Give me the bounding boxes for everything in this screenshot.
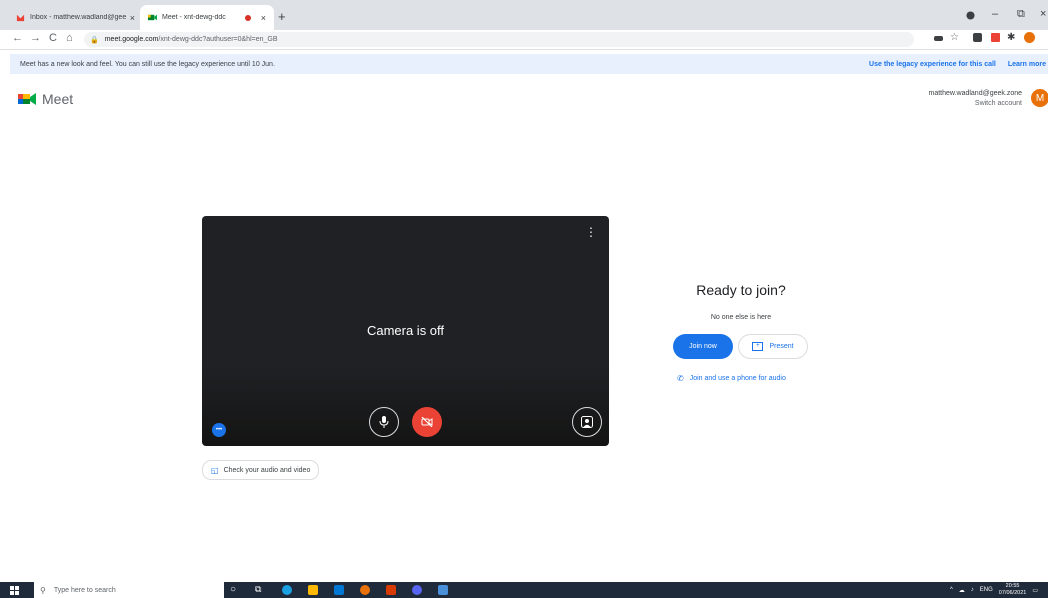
present-screen-icon: + bbox=[752, 342, 764, 351]
phone-audio-label: Join and use a phone for audio bbox=[689, 375, 786, 382]
visual-effects-button[interactable]: ••• bbox=[212, 423, 226, 437]
camera-off-icon bbox=[421, 417, 433, 427]
gmail-icon bbox=[16, 14, 25, 22]
search-icon: ⚲ bbox=[40, 585, 46, 595]
profile-avatar-icon[interactable] bbox=[1024, 32, 1035, 43]
maximize-button[interactable]: ⧉ bbox=[1017, 8, 1025, 21]
effects-dots-icon: ••• bbox=[215, 427, 223, 433]
extension-docs-icon[interactable] bbox=[973, 33, 982, 42]
meet-logo-icon bbox=[18, 93, 36, 105]
browser-tabstrip: Inbox - matthew.wadland@geek.zone × Meet… bbox=[0, 0, 1048, 30]
cortana-icon[interactable]: ○ bbox=[230, 584, 236, 595]
present-button[interactable]: + Present bbox=[738, 334, 808, 359]
task-view-icon[interactable]: ⧉ bbox=[255, 584, 261, 595]
language-indicator[interactable]: ENG bbox=[980, 587, 993, 593]
join-now-button[interactable]: Join now bbox=[673, 334, 733, 359]
tray-chevron-icon[interactable]: ^ bbox=[950, 587, 953, 593]
video-preview: ⋮ Camera is off ••• bbox=[202, 216, 609, 446]
back-button[interactable]: ← bbox=[12, 32, 23, 44]
extensions-puzzle-icon[interactable]: ✱ bbox=[1007, 32, 1015, 43]
app-name: Meet bbox=[42, 91, 74, 107]
phone-icon: ✆ bbox=[677, 374, 684, 383]
browser-toolbar: ← → C ⌂ 🔒 meet.google.com/xnt-dewg-ddc?a… bbox=[0, 30, 1048, 50]
minimize-button[interactable]: – bbox=[992, 8, 998, 20]
avatar[interactable]: M bbox=[1031, 89, 1048, 107]
clock-time: 20:55 bbox=[1005, 583, 1020, 589]
reload-button[interactable]: C bbox=[49, 32, 57, 44]
home-button[interactable]: ⌂ bbox=[66, 32, 73, 44]
notifications-icon[interactable]: ▭ bbox=[1032, 587, 1038, 594]
more-options-button[interactable]: ⋮ bbox=[585, 226, 597, 238]
extension-red-icon[interactable] bbox=[991, 33, 1000, 42]
edge-icon[interactable] bbox=[282, 585, 292, 595]
tab-inbox-title: Inbox - matthew.wadland@geek.zone bbox=[30, 14, 126, 21]
clock[interactable]: 20:55 07/06/2021 bbox=[999, 583, 1027, 597]
volume-icon[interactable]: ♪ bbox=[971, 587, 974, 593]
person-frame-icon bbox=[581, 416, 593, 428]
clock-date: 07/06/2021 bbox=[998, 590, 1027, 596]
windows-taskbar: ⚲ Type here to search ○ ⧉ ^ ☁ ♪ ENG 20:5… bbox=[0, 582, 1048, 598]
taskbar-search-box[interactable]: ⚲ Type here to search bbox=[34, 582, 224, 598]
profile-menu-icon[interactable] bbox=[966, 11, 975, 20]
tab-meet[interactable]: Meet - xnt-dewg-ddc × bbox=[140, 5, 274, 30]
tab-meet-title: Meet - xnt-dewg-ddc bbox=[162, 14, 226, 21]
legacy-experience-link[interactable]: Use the legacy experience for this call bbox=[869, 61, 996, 68]
present-label: Present bbox=[769, 343, 794, 350]
background-effects-button[interactable] bbox=[572, 407, 602, 437]
mail-icon[interactable] bbox=[334, 585, 344, 595]
bookmark-star-icon[interactable]: ☆ bbox=[950, 32, 959, 43]
banner-message: Meet has a new look and feel. You can st… bbox=[20, 60, 275, 68]
address-bar[interactable]: 🔒 meet.google.com/xnt-dewg-ddc?authuser=… bbox=[84, 32, 914, 47]
check-audio-video-button[interactable]: ◱ Check your audio and video bbox=[202, 460, 320, 480]
camera-indicator-icon[interactable] bbox=[934, 36, 943, 41]
lock-icon: 🔒 bbox=[90, 36, 99, 44]
taskbar-search-placeholder: Type here to search bbox=[53, 586, 116, 594]
network-icon[interactable]: ☁ bbox=[959, 587, 965, 594]
account-email: matthew.wadland@geek.zone bbox=[928, 90, 1023, 97]
participants-status: No one else is here bbox=[710, 314, 772, 321]
tab-meet-close-icon[interactable]: × bbox=[261, 13, 266, 23]
check-audio-video-label: Check your audio and video bbox=[223, 466, 311, 474]
legacy-banner: Meet has a new look and feel. You can st… bbox=[10, 54, 1048, 74]
tab-inbox[interactable]: Inbox - matthew.wadland@geek.zone × bbox=[8, 5, 143, 30]
microphone-icon bbox=[379, 416, 389, 428]
app-icon[interactable] bbox=[438, 585, 448, 595]
ready-to-join-title: Ready to join? bbox=[696, 282, 786, 298]
url-path: /xnt-dewg-ddc?authuser=0&hl=en_GB bbox=[158, 36, 278, 43]
recording-indicator-icon bbox=[244, 14, 251, 21]
camera-status: Camera is off bbox=[366, 323, 445, 338]
chrome-icon[interactable] bbox=[360, 585, 370, 595]
office-icon[interactable] bbox=[386, 585, 396, 595]
url-host: meet.google.com bbox=[104, 36, 159, 43]
switch-account-link[interactable]: Switch account bbox=[929, 99, 1022, 109]
meet-logo[interactable]: Meet bbox=[18, 91, 73, 107]
windows-start-icon[interactable] bbox=[10, 586, 19, 595]
microphone-button[interactable] bbox=[369, 407, 399, 437]
phone-audio-link[interactable]: ✆ Join and use a phone for audio bbox=[677, 374, 786, 383]
new-tab-button[interactable]: + bbox=[278, 9, 286, 24]
file-explorer-icon[interactable] bbox=[308, 585, 318, 595]
camera-toggle-button[interactable] bbox=[412, 407, 442, 437]
system-tray: ^ ☁ ♪ ENG 20:55 07/06/2021 ▭ bbox=[950, 582, 1038, 598]
audio-video-check-icon: ◱ bbox=[211, 465, 219, 475]
close-window-button[interactable]: × bbox=[1040, 8, 1046, 20]
tab-inbox-close-icon[interactable]: × bbox=[130, 13, 135, 23]
discord-icon[interactable] bbox=[412, 585, 422, 595]
meet-favicon-icon bbox=[148, 14, 157, 21]
learn-more-link[interactable]: Learn more bbox=[1008, 61, 1046, 68]
account-info: matthew.wadland@geek.zone Switch account bbox=[929, 89, 1023, 109]
forward-button[interactable]: → bbox=[30, 32, 41, 44]
